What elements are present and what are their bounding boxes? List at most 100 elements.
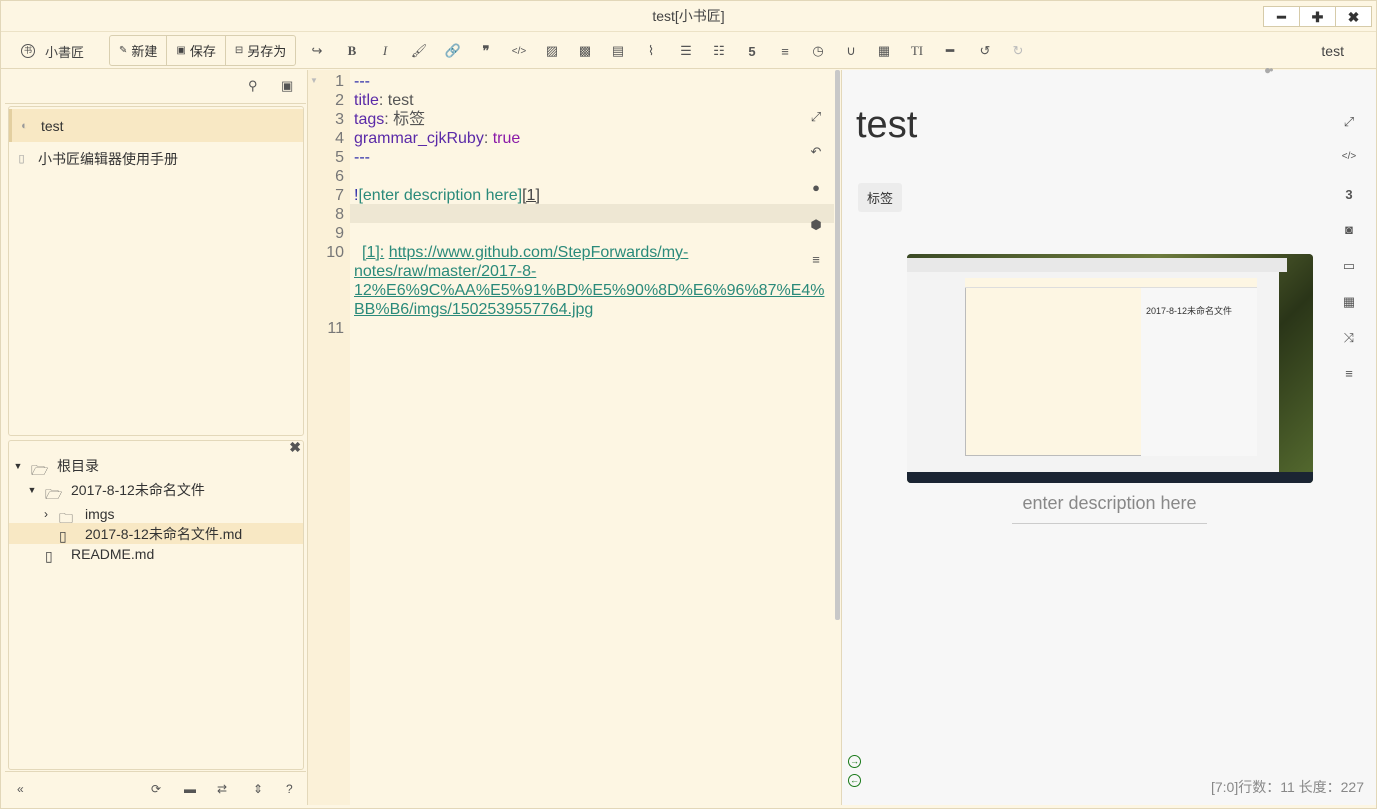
md-url[interactable]: notes/raw/master/2017-8- [354, 262, 536, 281]
save-icon: ▣ [176, 45, 186, 56]
code-icon[interactable]: </> [507, 33, 531, 69]
brush-icon[interactable]: 🖌 [407, 33, 431, 69]
tree-node-readme[interactable]: ▯ README.md [39, 543, 154, 564]
tree-node-md-file[interactable]: ▯ 2017-8-12未命名文件.md [9, 523, 303, 544]
maximize-button[interactable]: ✚ [1299, 6, 1336, 27]
table-icon[interactable]: ▦ [872, 33, 896, 69]
tag-badge[interactable]: 标签 [858, 183, 903, 212]
search-icon[interactable]: ⚲ [248, 78, 258, 94]
quote-icon[interactable]: ❞ [474, 33, 498, 69]
briefcase-icon[interactable]: ▣ [281, 78, 293, 94]
arrow-left-circle-icon[interactable]: ← [848, 774, 861, 787]
save-as-button[interactable]: ⊟ 另存为 [226, 36, 295, 65]
markdown-editor[interactable]: ▼ 1 2 3 4 5 6 7 8 9 10 11 --- title: tes… [307, 70, 840, 805]
line-number: 9 [335, 225, 344, 242]
preview-title: test [856, 104, 918, 146]
yaml-key: grammar_cjkRuby [354, 130, 484, 147]
code-line: grammar_cjkRuby: true [354, 130, 521, 147]
camera-icon[interactable]: ◙ [1337, 222, 1361, 237]
collapse-sidebar-icon[interactable]: « [17, 782, 24, 796]
code-line: ![enter description here][1] [354, 186, 540, 205]
help-icon[interactable]: ? [286, 782, 293, 796]
grid-icon[interactable]: ▦ [1337, 294, 1361, 310]
image-icon[interactable]: ▨ [540, 33, 564, 69]
tree-label: 根目录 [57, 457, 99, 474]
refresh-icon[interactable]: ⟳ [151, 782, 161, 796]
code-line: [1]: https://www.github.com/StepForwards… [362, 243, 688, 262]
doc-item-manual[interactable]: ▯ 小书匠编辑器使用手册 [9, 142, 303, 175]
minus-icon[interactable]: ━ [938, 33, 962, 69]
sidebar-search-bar: ⚲ ▣ [5, 70, 306, 104]
fullscreen-icon[interactable]: ⤢ [1337, 114, 1361, 130]
tree-node-root[interactable]: ▼ 🗁 根目录 [11, 455, 99, 478]
editor-scrollbar[interactable] [835, 70, 840, 620]
video-icon[interactable]: ▩ [573, 33, 597, 69]
tree-label: 2017-8-12未命名文件 [71, 481, 205, 498]
md-url[interactable]: 12%E6%9C%AA%E5%91%BD%E5%90%8D%E6%96%87%E… [354, 281, 824, 300]
tint-icon[interactable]: ● [806, 180, 826, 195]
css3-icon[interactable]: 3 [1337, 187, 1361, 202]
list-icon[interactable]: ≡ [1337, 366, 1361, 381]
logo-text: 小書匠 [45, 44, 85, 60]
folder-open-icon: 🗁 [45, 485, 63, 502]
file-icon: ▯ [45, 547, 53, 564]
desktop-icon[interactable]: ▭ [1337, 258, 1361, 274]
app-logo[interactable]: 书 小書匠 [21, 33, 84, 69]
close-tree-icon[interactable]: ✖ [289, 439, 301, 456]
doc-label: test [41, 117, 64, 134]
file-tree: ✖ ▼ 🗁 根目录 ▼ 🗁 2017-8-12未命名文件 › 🗀 imgs ▯ … [8, 439, 304, 770]
current-doc-name: test [1321, 43, 1344, 59]
unordered-list-icon[interactable]: ☷ [707, 33, 731, 69]
minimize-button[interactable]: ━ [1263, 6, 1300, 27]
caret-down-icon[interactable]: ▼ [11, 461, 25, 471]
clock-icon[interactable]: ◷ [806, 33, 830, 69]
italic-icon[interactable]: I [373, 33, 397, 69]
tree-label: README.md [71, 545, 155, 562]
attachment-icon[interactable]: ⌇ [639, 33, 663, 69]
sort-icon[interactable]: ⇕ [253, 782, 263, 796]
tree-label: imgs [85, 505, 115, 522]
ordered-list-icon[interactable]: ☰ [674, 33, 698, 69]
code-line: --- [354, 149, 370, 166]
expand-icon[interactable]: ⤢ [806, 109, 826, 125]
hr-icon[interactable]: ≡ [773, 33, 797, 69]
new-label: 新建 [131, 44, 158, 59]
heading-icon[interactable]: TI [905, 33, 929, 69]
save-button[interactable]: ▣ 保存 [167, 36, 226, 65]
arrow-right-circle-icon[interactable]: → [848, 755, 861, 768]
undo-icon[interactable]: ↺ [973, 33, 997, 69]
yaml-value: true [492, 130, 521, 147]
caret-down-icon[interactable]: ▼ [25, 485, 39, 495]
md-ref-label: [1]: [362, 244, 385, 261]
file-icon[interactable]: ▤ [606, 33, 630, 69]
yaml-value: test [387, 92, 414, 109]
new-button[interactable]: ✎ 新建 [110, 36, 168, 65]
caret-right-icon[interactable]: › [39, 507, 53, 521]
doc-item-test[interactable]: ◐ test [9, 109, 303, 142]
line-number: 2 [335, 92, 344, 109]
code-line: title: test [354, 92, 414, 109]
close-button[interactable]: ✖ [1335, 6, 1372, 27]
link-icon[interactable]: 🔗 [441, 33, 465, 69]
yaml-key: title [354, 92, 379, 109]
cube-icon[interactable]: ⬢ [806, 217, 826, 233]
tree-node-imgs[interactable]: › 🗀 imgs [39, 503, 115, 526]
tree-node-folder[interactable]: ▼ 🗁 2017-8-12未命名文件 [25, 479, 205, 502]
shuffle-icon[interactable]: ⤨ [1337, 330, 1361, 346]
code-view-icon[interactable]: </> [1337, 151, 1361, 162]
bold-icon[interactable]: B [340, 33, 364, 69]
md-url[interactable]: https://www.github.com/StepForwards/my- [389, 244, 689, 261]
redo-disabled-icon: ↻ [1012, 43, 1024, 58]
redo-icon[interactable]: ↪ [305, 33, 329, 69]
saveas-icon: ⊟ [234, 45, 244, 56]
html5-icon[interactable]: 5 [740, 33, 764, 69]
document-icon: ▯ [18, 153, 25, 165]
history-icon[interactable]: ↶ [806, 144, 826, 160]
exchange-icon[interactable]: ⇄ [217, 782, 227, 796]
menu-icon[interactable]: ≡ [806, 252, 826, 267]
magnet-icon[interactable]: ∪ [839, 33, 863, 69]
line-number: 11 [327, 320, 344, 337]
archive-icon[interactable]: ▬ [184, 782, 196, 796]
md-url[interactable]: BB%B6/imgs/1502539557764.jpg [354, 300, 593, 319]
line-number: 7 [335, 187, 344, 204]
